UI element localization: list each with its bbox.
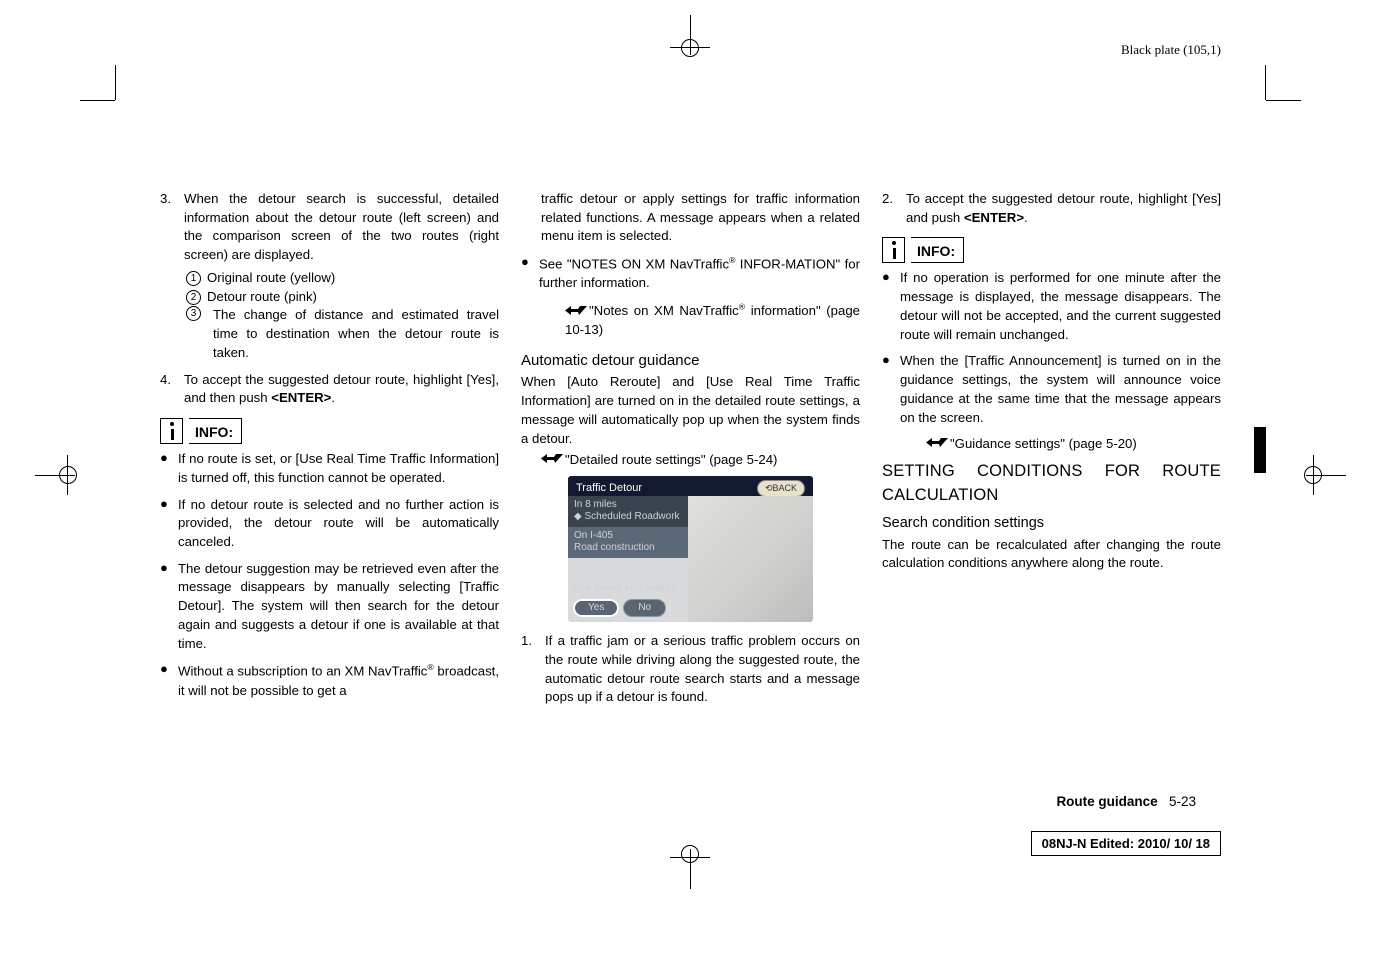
callout-1: 1 Original route (yellow) bbox=[160, 269, 499, 288]
bullet-icon: ● bbox=[882, 352, 890, 427]
trim-mark bbox=[1265, 65, 1266, 100]
screenshot-info-box: On I-405 Road construction bbox=[568, 527, 688, 558]
edit-stamp: 08NJ-N Edited: 2010/ 10/ 18 bbox=[1031, 831, 1221, 856]
back-button: ⟲BACK bbox=[757, 480, 805, 497]
heading-automatic-detour: Automatic detour guidance bbox=[521, 350, 860, 371]
info-heading: INFO: bbox=[882, 237, 1221, 263]
bullet-text: The detour suggestion may be retrieved e… bbox=[178, 560, 499, 654]
callout-3: 3 The change of distance and estimated tr… bbox=[160, 306, 499, 362]
bullet-item: ●The detour suggestion may be retrieved … bbox=[160, 560, 499, 654]
step-number: 4. bbox=[160, 371, 174, 408]
pointer-icon bbox=[541, 451, 563, 470]
heading-search-condition: Search condition settings bbox=[882, 513, 1221, 534]
bullet-text: When the [Traffic Announcement] is turne… bbox=[900, 352, 1221, 427]
screenshot-prompt: Use detour in: 7 miles? YesNo bbox=[573, 582, 683, 617]
bullet-text: See "NOTES ON XM NavTraffic® INFOR-MATIO… bbox=[539, 254, 860, 293]
screenshot-left-panel: In 8 miles ◆ Scheduled Roadwork On I-405… bbox=[568, 496, 688, 622]
heading-setting-conditions: SETTING CONDITIONS FOR ROUTE CALCULATION bbox=[882, 460, 1221, 507]
pointer-icon bbox=[926, 435, 948, 454]
bullet-icon: ● bbox=[882, 269, 890, 344]
continuation-text: traffic detour or apply settings for tra… bbox=[521, 190, 860, 246]
info-label: INFO: bbox=[189, 418, 242, 444]
column-2: traffic detour or apply settings for tra… bbox=[521, 190, 860, 711]
page-content: 3. When the detour search is successful,… bbox=[0, 0, 1381, 711]
step-3: 3. When the detour search is successful,… bbox=[160, 190, 499, 265]
info-icon bbox=[160, 418, 183, 444]
yes-button: Yes bbox=[573, 599, 619, 617]
callout-text: The change of distance and estimated tra… bbox=[213, 306, 499, 362]
trim-mark bbox=[115, 65, 116, 100]
info-line: In 8 miles bbox=[574, 499, 682, 511]
crop-target-top bbox=[681, 39, 699, 57]
crop-target-right bbox=[1304, 466, 1322, 484]
step-2: 2. To accept the suggested detour route,… bbox=[882, 190, 1221, 227]
screenshot-title: Traffic Detour bbox=[576, 481, 642, 497]
bullet-icon: ● bbox=[521, 254, 529, 293]
pointer-icon bbox=[565, 303, 587, 322]
circled-number-icon: 1 bbox=[186, 271, 201, 286]
paragraph: The route can be recalculated after chan… bbox=[882, 536, 1221, 573]
bullet-item: ●If no detour route is selected and no f… bbox=[160, 496, 499, 552]
bullet-icon: ● bbox=[160, 560, 168, 654]
circled-number-icon: 3 bbox=[186, 306, 201, 321]
step-text: To accept the suggested detour route, hi… bbox=[906, 190, 1221, 227]
reference-text: "Detailed route settings" (page 5-24) bbox=[565, 452, 777, 467]
footer-section: Route guidance bbox=[1056, 794, 1157, 809]
bullet-item: ● See "NOTES ON XM NavTraffic® INFOR-MATI… bbox=[521, 254, 860, 293]
cross-reference: "Notes on XM NavTraffic® information" (p… bbox=[521, 301, 860, 340]
nav-screenshot: Traffic Detour ⟲BACK In 8 miles ◆ Schedu… bbox=[568, 476, 813, 622]
bullet-text: If no route is set, or [Use Real Time Tr… bbox=[178, 450, 499, 487]
info-line: ◆ Scheduled Roadwork bbox=[574, 511, 682, 523]
cross-reference: "Guidance settings" (page 5-20) bbox=[882, 435, 1221, 454]
reference-text: "Notes on XM NavTraffic® information" (p… bbox=[565, 303, 860, 337]
info-heading: INFO: bbox=[160, 418, 499, 444]
bullet-item: ●If no operation is performed for one mi… bbox=[882, 269, 1221, 344]
reference-text: "Guidance settings" (page 5-20) bbox=[950, 436, 1137, 451]
step-number: 1. bbox=[521, 632, 535, 707]
step-1: 1. If a traffic jam or a serious traffic… bbox=[521, 632, 860, 707]
bullet-item: ● Without a subscription to an XM NavTraf… bbox=[160, 661, 499, 700]
step-text: If a traffic jam or a serious traffic pr… bbox=[545, 632, 860, 707]
bullet-text: Without a subscription to an XM NavTraff… bbox=[178, 661, 499, 700]
callout-2: 2 Detour route (pink) bbox=[160, 288, 499, 307]
prompt-text: Use detour in: 7 miles? bbox=[573, 582, 683, 596]
callout-text: Detour route (pink) bbox=[207, 289, 317, 304]
bullet-item: ●When the [Traffic Announcement] is turn… bbox=[882, 352, 1221, 427]
column-1: 3. When the detour search is successful,… bbox=[160, 190, 499, 711]
section-tab bbox=[1254, 427, 1266, 473]
screenshot-info-box: In 8 miles ◆ Scheduled Roadwork bbox=[568, 496, 688, 527]
column-3: 2. To accept the suggested detour route,… bbox=[882, 190, 1221, 711]
callout-text: Original route (yellow) bbox=[207, 270, 335, 285]
footer-page-number: 5-23 bbox=[1169, 794, 1196, 809]
step-text: To accept the suggested detour route, hi… bbox=[184, 371, 499, 408]
crop-target-left bbox=[59, 466, 77, 484]
bullet-item: ● If no route is set, or [Use Real Time T… bbox=[160, 450, 499, 487]
crop-target-bottom bbox=[681, 845, 699, 863]
page-footer: Route guidance 5-23 bbox=[1056, 794, 1196, 809]
info-icon bbox=[882, 237, 905, 263]
step-number: 3. bbox=[160, 190, 174, 265]
bullet-text: If no operation is performed for one min… bbox=[900, 269, 1221, 344]
step-text: When the detour search is successful, de… bbox=[184, 190, 499, 265]
cross-reference: "Detailed route settings" (page 5-24) bbox=[521, 451, 860, 470]
step-number: 2. bbox=[882, 190, 896, 227]
info-line: Road construction bbox=[574, 542, 682, 554]
bullet-icon: ● bbox=[160, 496, 168, 552]
step-4: 4. To accept the suggested detour route,… bbox=[160, 371, 499, 408]
no-button: No bbox=[623, 599, 666, 617]
bullet-text: If no detour route is selected and no fu… bbox=[178, 496, 499, 552]
paragraph: When [Auto Reroute] and [Use Real Time T… bbox=[521, 373, 860, 448]
info-line: On I-405 bbox=[574, 530, 682, 542]
screenshot-map bbox=[688, 496, 813, 622]
black-plate-label: Black plate (105,1) bbox=[1121, 42, 1221, 58]
trim-mark bbox=[1266, 100, 1301, 101]
bullet-icon: ● bbox=[160, 661, 168, 700]
trim-mark bbox=[80, 100, 115, 101]
info-label: INFO: bbox=[911, 237, 964, 263]
bullet-icon: ● bbox=[160, 450, 168, 487]
circled-number-icon: 2 bbox=[186, 290, 201, 305]
